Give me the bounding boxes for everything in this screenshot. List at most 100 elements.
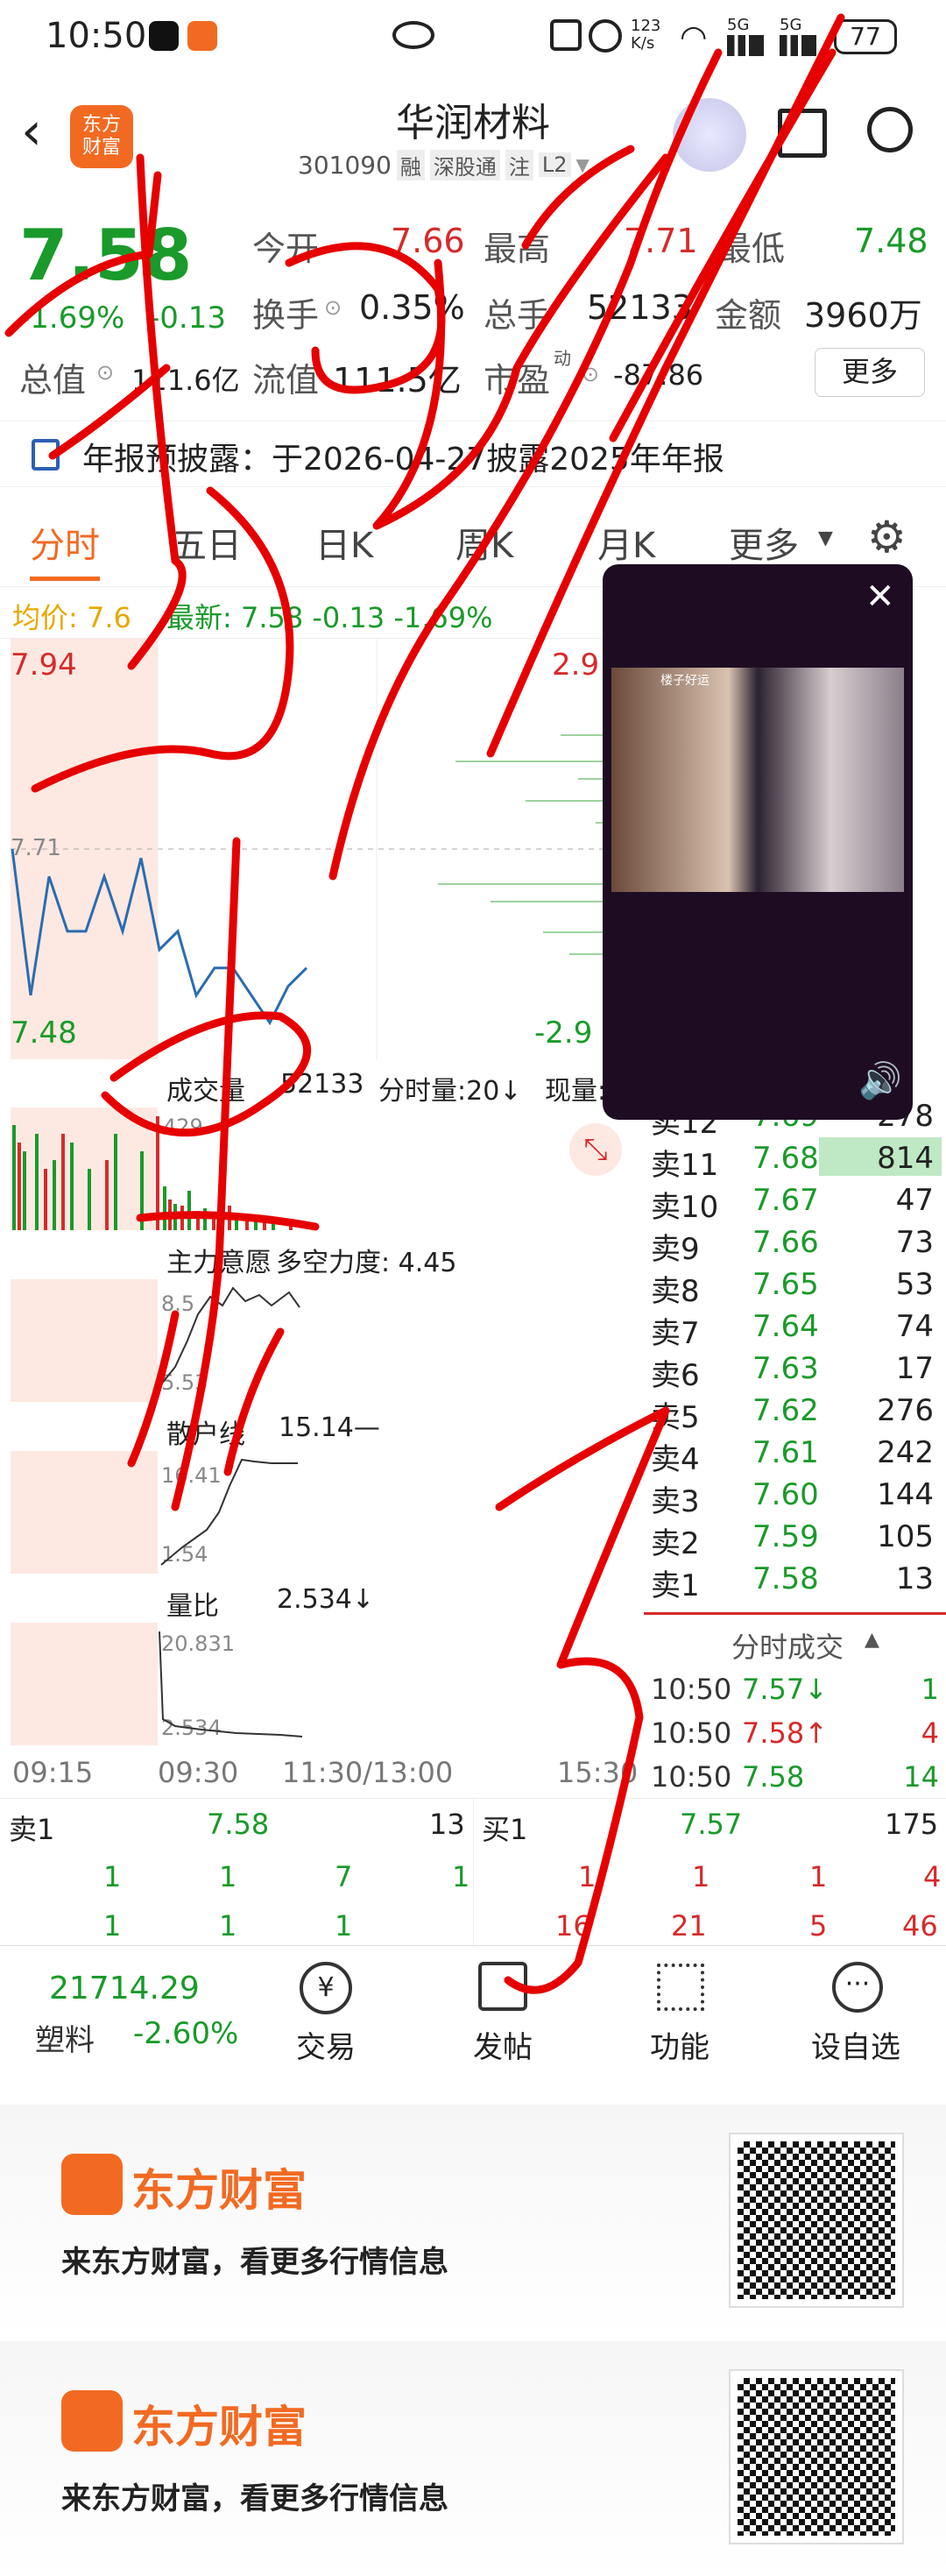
- gear-icon[interactable]: ⚙: [867, 512, 907, 563]
- ad-banner-1[interactable]: 东方财富 来东方财富，看更多行情信息: [0, 2105, 946, 2339]
- orderbook-price: 7.59: [752, 1519, 819, 1554]
- signal-bars-icon: [727, 35, 764, 56]
- indicator3-value: 2.534↓: [277, 1584, 375, 1615]
- orderbook-level: 卖11: [651, 1148, 719, 1183]
- tab-more[interactable]: 更多: [729, 517, 799, 568]
- indicator1-label[interactable]: 主力意愿: [166, 1241, 272, 1279]
- chevron-down-icon-tabs[interactable]: ▼: [818, 527, 833, 549]
- orderbook-row[interactable]: 卖2 7.59 105: [644, 1516, 946, 1561]
- grid-icon: [657, 1964, 704, 2011]
- orderbook-row[interactable]: 卖8 7.65 53: [644, 1263, 946, 1309]
- volume-chart[interactable]: 429 ⤡: [0, 1108, 644, 1230]
- trade-price: 7.58: [742, 1760, 805, 1794]
- tab-weekly-k[interactable]: 周K: [455, 517, 513, 568]
- orderbook-volume: 105: [877, 1519, 934, 1554]
- post-label: 发帖: [473, 2030, 533, 2065]
- orderbook-price: 7.62: [752, 1393, 819, 1428]
- indicator2-chart[interactable]: 16.41 1.54: [0, 1451, 644, 1574]
- ad-banner-2[interactable]: 东方财富 来东方财富，看更多行情信息: [0, 2341, 946, 2576]
- more-button[interactable]: 更多: [815, 348, 925, 397]
- floating-video-player[interactable]: ✕ 楼子好运 🔊: [603, 564, 913, 1120]
- orderbook-row[interactable]: 卖5 7.62 276: [644, 1390, 946, 1435]
- annual-report-notice[interactable]: 年报预披露：于2026-04-27披露2025年年报: [0, 421, 946, 487]
- tab-daily-k[interactable]: 日K: [315, 517, 373, 568]
- indicator3-chart[interactable]: 20.831 2.534: [0, 1623, 644, 1745]
- orderbook-level: 卖10: [651, 1190, 719, 1225]
- edit-icon: [478, 1962, 527, 2011]
- orderbook-volume: 144: [877, 1477, 934, 1512]
- info-icon[interactable]: ⊙: [324, 295, 342, 320]
- chevron-up-icon[interactable]: ▲: [865, 1629, 879, 1651]
- l2-sell-q2-2: 1: [335, 1909, 353, 1943]
- info-icon-2[interactable]: ⊙: [96, 360, 114, 385]
- float-value: 111.5亿: [333, 361, 462, 400]
- volume-period[interactable]: 分时量:20↓: [378, 1069, 521, 1108]
- orderbook-level: 卖1: [651, 1568, 700, 1603]
- share-icon[interactable]: [778, 109, 827, 158]
- orderbook-row[interactable]: 卖3 7.60 144: [644, 1474, 946, 1519]
- mktcap-label: 总值: [19, 361, 87, 400]
- l2-sell-label: 卖1: [9, 1813, 55, 1846]
- ad-brand: 东方财富: [131, 2165, 307, 2216]
- battery-icon: 77: [834, 19, 897, 54]
- amount-value: 3960万: [804, 296, 922, 335]
- tick-trades[interactable]: 分时成交 ▲ 10:50 7.57↓ 1 10:50 7.58↑ 4 10:50 7.58 14: [644, 1612, 946, 1796]
- speaker-icon[interactable]: 🔊: [858, 1060, 902, 1101]
- wifi-icon: ◠: [680, 19, 708, 55]
- info-icon-3[interactable]: ⊙: [582, 362, 599, 386]
- tab-intraday[interactable]: 分时: [30, 517, 100, 581]
- orderbook-price: 7.61: [752, 1435, 819, 1470]
- orderbook-row[interactable]: 卖9 7.66 73: [644, 1221, 946, 1267]
- time-tick-3: 15:30: [557, 1756, 639, 1789]
- l2-sell-q1-2: 7: [335, 1860, 353, 1893]
- signal-5g-2: 5G: [780, 16, 802, 34]
- orderbook-row[interactable]: 卖6 7.63 17: [644, 1348, 946, 1393]
- orderbook-volume: 74: [895, 1309, 934, 1344]
- orderbook-row[interactable]: 卖4 7.61 242: [644, 1432, 946, 1477]
- ai-assistant-icon[interactable]: [673, 98, 746, 172]
- orderbook-row[interactable]: 卖11 7.68 814: [644, 1137, 946, 1183]
- brand-logo-icon-2: [61, 2390, 123, 2452]
- qr-code: [729, 2133, 904, 2308]
- trade-vol: 1: [921, 1673, 939, 1706]
- tag-connect: 深股通: [429, 149, 500, 180]
- indicator1-chart[interactable]: 8.5 5.53: [0, 1279, 644, 1402]
- price-chart-area[interactable]: 7.94 7.71 7.48 2.9 -2.9: [0, 638, 644, 1059]
- tab-five-day[interactable]: 五日: [172, 517, 242, 568]
- l2-buy-vol: 175: [885, 1808, 939, 1841]
- l2-buy-label: 买1: [482, 1813, 528, 1846]
- orderbook-row[interactable]: 卖10 7.67 47: [644, 1179, 946, 1225]
- orderbook-row[interactable]: 卖1 7.58 13: [644, 1558, 946, 1603]
- orderbook-level: 卖8: [651, 1274, 700, 1309]
- orderbook-volume: 814: [877, 1141, 934, 1176]
- close-icon[interactable]: ✕: [865, 577, 895, 617]
- orderbook-price: 7.67: [752, 1183, 819, 1218]
- turnover-value: 0.35%: [359, 288, 465, 327]
- stock-header: ‹ 东方 财富 华润材料 301090 融 深股通 注 L2 ▼: [0, 81, 946, 195]
- chevron-down-icon[interactable]: ▼: [576, 154, 589, 175]
- trade-button[interactable]: ¥ 交易: [280, 1946, 377, 2104]
- tab-monthly-k[interactable]: 月K: [597, 517, 655, 568]
- function-label: 功能: [650, 2030, 710, 2065]
- l2-buy-q2-2: 5: [809, 1909, 828, 1943]
- volume-value: 52133: [587, 288, 693, 327]
- search-icon[interactable]: [867, 107, 913, 152]
- index-ticker[interactable]: 21714.29 塑料 -2.60%: [0, 1946, 254, 2104]
- post-button[interactable]: 发帖: [455, 1946, 552, 2104]
- l2-buy-q1-0: 1: [578, 1860, 597, 1893]
- indicator2-line: [160, 1458, 298, 1566]
- intraday-header: 均价: 7.6 最新: 7.58 -0.13 -1.69%: [0, 587, 644, 638]
- turnover-label: 换手: [252, 296, 320, 335]
- orderbook-volume: 73: [895, 1225, 934, 1260]
- yen-icon: ¥: [300, 1962, 352, 2014]
- video-frame: 楼子好运: [611, 668, 904, 892]
- volume-label: 成交量: [166, 1076, 245, 1107]
- add-watchlist-button[interactable]: ··· 设自选: [797, 1946, 928, 2104]
- indicator3-label[interactable]: 量比: [166, 1584, 219, 1623]
- expand-icon[interactable]: ⤡: [569, 1123, 622, 1176]
- l2-sell-q1-1: 1: [219, 1860, 237, 1893]
- function-button[interactable]: 功能: [632, 1946, 729, 2104]
- orderbook-row[interactable]: 卖7 7.64 74: [644, 1306, 946, 1351]
- orderbook-volume: 53: [895, 1267, 934, 1302]
- l2-buy-price: 7.57: [680, 1808, 743, 1841]
